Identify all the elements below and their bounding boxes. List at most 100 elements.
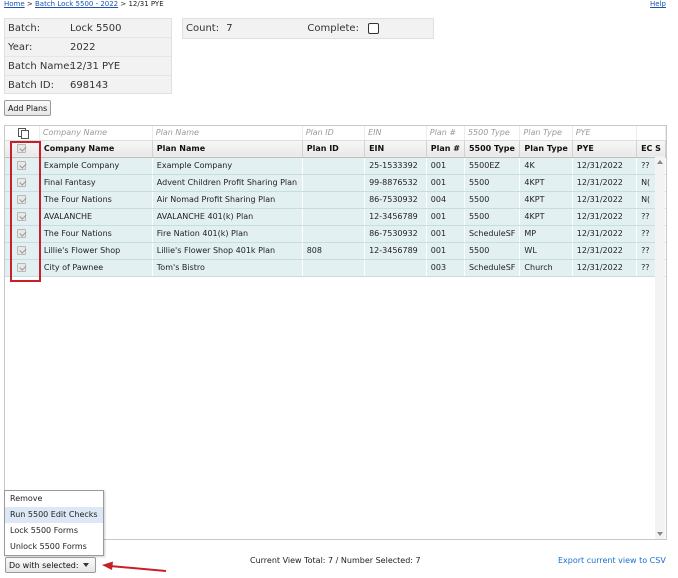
row-checkbox[interactable] (17, 229, 27, 238)
batch-info-panel: Batch: Lock 5500 Year: 2022 Batch Name:12/31… (4, 18, 172, 94)
column-header[interactable]: Company Name (39, 140, 153, 158)
menu-item[interactable]: Remove (5, 491, 103, 507)
batch-info-row: Batch: Lock 5500 (5, 19, 171, 38)
cell-plan-id (302, 174, 366, 192)
export-csv-link[interactable]: Export current view to CSV (558, 556, 666, 565)
table-row[interactable]: The Four Nations Air Nomad Profit Sharing… (5, 191, 666, 209)
do-with-selected-dropdown[interactable]: Do with selected: (5, 557, 96, 573)
filter-input[interactable] (636, 126, 666, 141)
breadcrumb-home-link[interactable]: Home (4, 0, 25, 8)
cell-plan-id (302, 157, 366, 175)
row-checkbox[interactable] (17, 246, 27, 255)
select-all-checkbox[interactable] (17, 144, 27, 153)
cell-plan-name: Air Nomad Profit Sharing Plan (152, 191, 303, 209)
copy-icon[interactable] (18, 127, 30, 139)
filter-input[interactable]: Plan Type (519, 126, 573, 141)
cell-ein: 86-7530932 (364, 191, 427, 209)
copy-cell[interactable] (5, 126, 40, 141)
cell-plan-name: Lillie's Flower Shop 401k Plan (152, 242, 303, 260)
cell-plan-num: 004 (426, 191, 465, 209)
filter-input[interactable]: Plan # (426, 126, 465, 141)
batch-info-label: Year: (8, 42, 33, 53)
cell-plan-name: AVALANCHE 401(k) Plan (152, 208, 303, 226)
row-checkbox-cell[interactable] (5, 157, 40, 175)
cell-plan-type: 4KPT (519, 174, 573, 192)
table-row[interactable]: The Four Nations Fire Nation 401(k) Plan 8… (5, 225, 666, 243)
column-header[interactable]: PYE (572, 140, 638, 158)
scroll-up-icon[interactable] (657, 160, 663, 164)
plans-grid: Company Name Plan Name Plan ID EIN Plan #550… (4, 125, 667, 540)
column-header[interactable]: Plan Name (152, 140, 303, 158)
column-header[interactable]: Plan Type (519, 140, 573, 158)
grid-scrollbar[interactable] (655, 157, 665, 539)
help-link[interactable]: Help (650, 0, 666, 8)
row-checkbox[interactable] (17, 212, 27, 221)
row-checkbox-cell[interactable] (5, 259, 40, 277)
column-header[interactable]: 5500 Type (464, 140, 521, 158)
select-all-cell[interactable] (5, 140, 40, 158)
cell-pye: 12/31/2022 (572, 157, 638, 175)
row-checkbox-cell[interactable] (5, 174, 40, 192)
row-checkbox[interactable] (17, 161, 27, 170)
filter-row: Company Name Plan Name Plan ID EIN Plan #550… (5, 126, 666, 141)
scroll-down-icon[interactable] (657, 532, 663, 536)
cell-ein: 99-8876532 (364, 174, 427, 192)
row-checkbox-cell[interactable] (5, 208, 40, 226)
row-checkbox-cell[interactable] (5, 242, 40, 260)
filter-input[interactable]: Company Name (39, 126, 153, 141)
cell-company: City of Pawnee (39, 259, 153, 277)
batch-info-value: 2022 (70, 42, 96, 53)
breadcrumb-current: 12/31 PYE (128, 0, 164, 8)
cell-plan-type: 4KPT (519, 208, 573, 226)
filter-input[interactable]: PYE (572, 126, 638, 141)
cell-ein: 86-7530932 (364, 225, 427, 243)
row-checkbox[interactable] (17, 195, 27, 204)
filter-input[interactable]: Plan Name (152, 126, 303, 141)
table-row[interactable]: AVALANCHE AVALANCHE 401(k) Plan 12-3456789… (5, 208, 666, 226)
footer-totals: Current View Total: 7 / Number Selected:… (250, 556, 421, 565)
table-row[interactable]: Final Fantasy Advent Children Profit Shar… (5, 174, 666, 192)
complete-checkbox[interactable] (367, 22, 379, 34)
breadcrumb-separator: > (24, 0, 35, 8)
batch-info-value: 698143 (70, 80, 109, 91)
cell-plan-name: Example Company (152, 157, 303, 175)
cell-plan-num: 001 (426, 157, 465, 175)
add-plans-button[interactable]: Add Plans (4, 100, 52, 116)
filter-input[interactable]: 5500 Type (464, 126, 521, 141)
cell-plan-name: Tom's Bistro (152, 259, 303, 277)
filter-input[interactable]: EIN (364, 126, 427, 141)
batch-info-value: 12/31 PYE (70, 61, 121, 72)
column-header[interactable]: EC S (636, 140, 666, 158)
row-checkbox[interactable] (17, 263, 27, 272)
table-row[interactable]: Lillie's Flower Shop Lillie's Flower Shop… (5, 242, 666, 260)
do-with-selected-label: Do with selected: (9, 560, 79, 570)
batch-info-label: Batch: (8, 23, 41, 34)
row-checkbox-cell[interactable] (5, 191, 40, 209)
cell-plan-id: 808 (302, 242, 366, 260)
cell-plan-type: MP (519, 225, 573, 243)
menu-item[interactable]: Unlock 5500 Forms (5, 539, 103, 555)
cell-company: AVALANCHE (39, 208, 153, 226)
cell-type-5500: ScheduleSF (464, 259, 521, 277)
batch-info-value: Lock 5500 (70, 23, 122, 34)
menu-item[interactable]: Run 5500 Edit Checks (5, 507, 103, 523)
cell-plan-id (302, 225, 366, 243)
cell-type-5500: 5500 (464, 208, 521, 226)
menu-item[interactable]: Lock 5500 Forms (5, 523, 103, 539)
column-header[interactable]: EIN (364, 140, 427, 158)
cell-plan-id (302, 191, 366, 209)
batch-info-label: Batch ID: (8, 80, 54, 91)
table-row[interactable]: City of Pawnee Tom's Bistro 003 ScheduleSF C… (5, 259, 666, 277)
row-checkbox[interactable] (17, 178, 27, 187)
batch-info-row: Year: 2022 (5, 38, 171, 57)
filter-input[interactable]: Plan ID (302, 126, 366, 141)
cell-ein: 12-3456789 (364, 242, 427, 260)
cell-plan-name: Fire Nation 401(k) Plan (152, 225, 303, 243)
breadcrumb: Home > Batch Lock 5500 - 2022 > 12/31 PY… (4, 0, 164, 8)
row-checkbox-cell[interactable] (5, 225, 40, 243)
column-header[interactable]: Plan # (426, 140, 465, 158)
table-row[interactable]: Example Company Example Company 25-1533392… (5, 157, 666, 175)
column-header[interactable]: Plan ID (302, 140, 366, 158)
breadcrumb-batch-link[interactable]: Batch Lock 5500 - 2022 (35, 0, 118, 8)
cell-company: Final Fantasy (39, 174, 153, 192)
